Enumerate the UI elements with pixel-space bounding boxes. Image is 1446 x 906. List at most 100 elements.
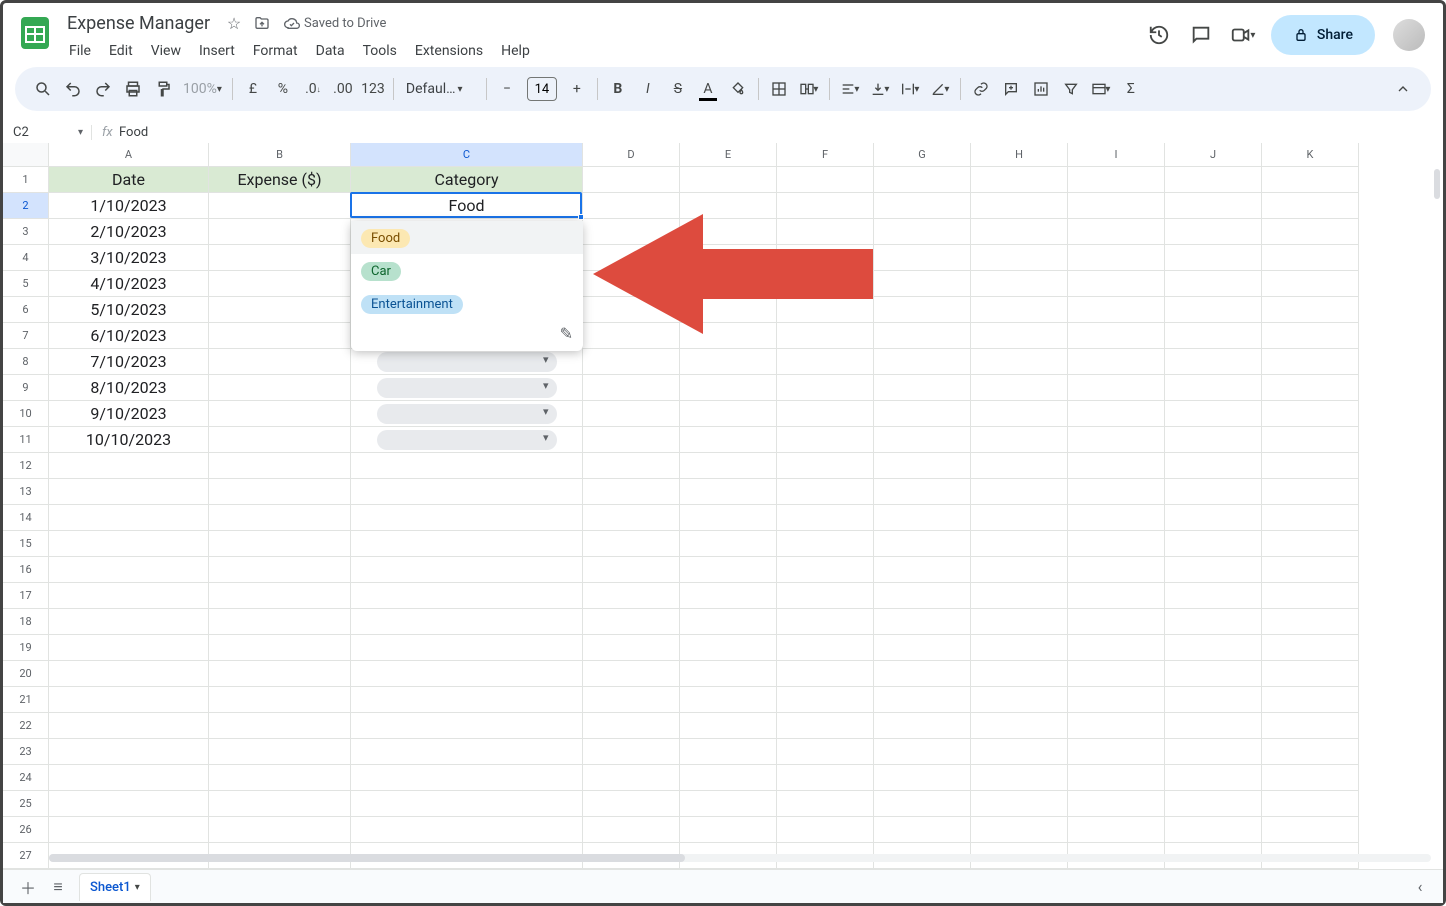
cell-A14[interactable] [49,505,209,531]
cell-D16[interactable] [583,557,680,583]
cell-H19[interactable] [971,635,1068,661]
cell-C25[interactable] [351,791,583,817]
cell-I18[interactable] [1068,609,1165,635]
comments-icon[interactable] [1187,21,1215,49]
cell-I6[interactable] [1068,297,1165,323]
cell-J10[interactable] [1165,401,1262,427]
cell-E13[interactable] [680,479,777,505]
dropdown-chip[interactable] [377,352,557,372]
dropdown-option-car[interactable]: Car [351,254,583,287]
cell-A20[interactable] [49,661,209,687]
cell-F4[interactable] [777,245,874,271]
sheet-tab[interactable]: Sheet1 ▾ [79,873,151,901]
cell-K2[interactable] [1262,193,1359,219]
cell-E7[interactable] [680,323,777,349]
cell-F16[interactable] [777,557,874,583]
cell-H23[interactable] [971,739,1068,765]
dropdown-option-food[interactable]: Food [351,221,583,254]
cell-K19[interactable] [1262,635,1359,661]
cell-I11[interactable] [1068,427,1165,453]
cell-G8[interactable] [874,349,971,375]
col-header-J[interactable]: J [1165,143,1262,167]
row-header-5[interactable]: 5 [3,271,49,297]
cell-A17[interactable] [49,583,209,609]
cell-E18[interactable] [680,609,777,635]
cell-D17[interactable] [583,583,680,609]
cell-G20[interactable] [874,661,971,687]
cell-A7[interactable]: 6/10/2023 [49,323,209,349]
select-all-corner[interactable] [3,143,49,167]
row-header-21[interactable]: 21 [3,687,49,713]
cell-K4[interactable] [1262,245,1359,271]
undo-icon[interactable] [59,75,87,103]
row-header-6[interactable]: 6 [3,297,49,323]
cell-B3[interactable] [209,219,351,245]
cell-C8[interactable] [351,349,583,375]
row-header-13[interactable]: 13 [3,479,49,505]
cell-G21[interactable] [874,687,971,713]
cell-K23[interactable] [1262,739,1359,765]
cell-I10[interactable] [1068,401,1165,427]
cell-K20[interactable] [1262,661,1359,687]
cell-E25[interactable] [680,791,777,817]
cell-J9[interactable] [1165,375,1262,401]
cell-F15[interactable] [777,531,874,557]
cell-I25[interactable] [1068,791,1165,817]
cell-K21[interactable] [1262,687,1359,713]
cell-G15[interactable] [874,531,971,557]
cell-E2[interactable] [680,193,777,219]
cell-I5[interactable] [1068,271,1165,297]
strikethrough-icon[interactable]: S [664,75,692,103]
cell-B10[interactable] [209,401,351,427]
cell-J14[interactable] [1165,505,1262,531]
cell-B23[interactable] [209,739,351,765]
cell-H20[interactable] [971,661,1068,687]
cell-D9[interactable] [583,375,680,401]
cell-G3[interactable] [874,219,971,245]
cell-F5[interactable] [777,271,874,297]
row-header-22[interactable]: 22 [3,713,49,739]
text-color-icon[interactable]: A [694,75,722,103]
cell-G9[interactable] [874,375,971,401]
col-header-I[interactable]: I [1068,143,1165,167]
dropdown-chip[interactable] [377,430,557,450]
row-header-18[interactable]: 18 [3,609,49,635]
cell-K8[interactable] [1262,349,1359,375]
cell-E22[interactable] [680,713,777,739]
cell-H21[interactable] [971,687,1068,713]
save-status[interactable]: Saved to Drive [284,15,386,31]
italic-icon[interactable]: I [634,75,662,103]
filter-icon[interactable] [1057,75,1085,103]
cell-D18[interactable] [583,609,680,635]
cell-A15[interactable] [49,531,209,557]
cell-E9[interactable] [680,375,777,401]
cell-C9[interactable] [351,375,583,401]
cell-K22[interactable] [1262,713,1359,739]
cell-G25[interactable] [874,791,971,817]
col-header-C[interactable]: C [351,143,583,167]
cell-F1[interactable] [777,167,874,193]
horizontal-scrollbar[interactable] [49,851,1431,865]
decrease-font-icon[interactable]: − [493,75,521,103]
cell-I14[interactable] [1068,505,1165,531]
cell-J6[interactable] [1165,297,1262,323]
cell-E16[interactable] [680,557,777,583]
cell-K26[interactable] [1262,817,1359,843]
cell-J1[interactable] [1165,167,1262,193]
cell-K14[interactable] [1262,505,1359,531]
row-header-16[interactable]: 16 [3,557,49,583]
cell-H26[interactable] [971,817,1068,843]
cell-A22[interactable] [49,713,209,739]
vertical-scrollbar[interactable] [1431,143,1443,849]
row-header-9[interactable]: 9 [3,375,49,401]
font-size-input[interactable]: 14 [527,77,557,101]
cell-H7[interactable] [971,323,1068,349]
cell-B22[interactable] [209,713,351,739]
menu-edit[interactable]: Edit [101,39,141,63]
bold-icon[interactable]: B [604,75,632,103]
scroll-left-icon[interactable]: ‹ [1407,874,1433,900]
cell-I26[interactable] [1068,817,1165,843]
row-header-3[interactable]: 3 [3,219,49,245]
cell-J11[interactable] [1165,427,1262,453]
move-icon[interactable] [252,13,272,33]
